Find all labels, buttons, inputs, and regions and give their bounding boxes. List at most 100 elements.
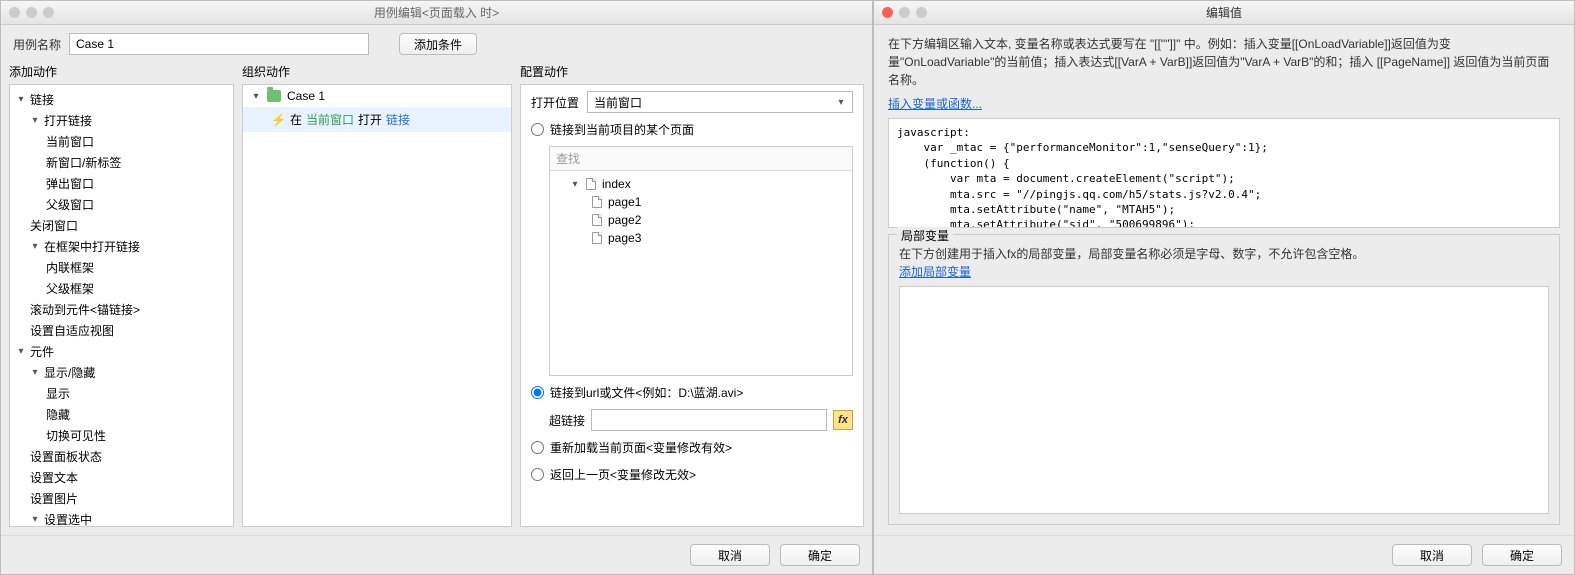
fx-button[interactable]: fx [833, 410, 853, 430]
radio-link-page-label: 链接到当前项目的某个页面 [550, 121, 694, 138]
ok-button[interactable]: 确定 [1482, 544, 1562, 566]
bolt-icon: ⚡ [271, 113, 286, 127]
add-condition-button[interactable]: 添加条件 [399, 33, 477, 55]
tree-inline-frame[interactable]: 内联框架 [10, 257, 233, 278]
tree-hide[interactable]: 隐藏 [10, 404, 233, 425]
page-item[interactable]: page1 [550, 193, 852, 211]
add-action-header: 添加动作 [9, 63, 234, 80]
tree-parent-frame[interactable]: 父级框架 [10, 278, 233, 299]
tree-set-text[interactable]: 设置文本 [10, 467, 233, 488]
chevron-down-icon: ▾ [30, 514, 40, 525]
radio-reload[interactable] [531, 441, 544, 454]
tree-showhide[interactable]: ▾显示/隐藏 [10, 362, 233, 383]
tree-toggle[interactable]: 切换可见性 [10, 425, 233, 446]
radio-link-page-row[interactable]: 链接到当前项目的某个页面 [531, 119, 853, 140]
add-local-var-link[interactable]: 添加局部变量 [899, 263, 1549, 280]
open-location-select[interactable]: 当前窗口 ▾ [587, 91, 853, 113]
radio-reload-row[interactable]: 重新加载当前页面<变量修改有效> [531, 437, 853, 458]
max-dot[interactable] [916, 7, 927, 18]
tree-parent-window[interactable]: 父级窗口 [10, 194, 233, 215]
chevron-down-icon: ▾ [30, 367, 40, 378]
insert-var-link[interactable]: 插入变量或函数... [888, 95, 1560, 112]
close-dot[interactable] [882, 7, 893, 18]
tree-set-selected[interactable]: ▾设置选中 [10, 509, 233, 527]
local-var-legend: 局部变量 [897, 227, 953, 244]
radio-back[interactable] [531, 468, 544, 481]
case-name-row: 用例名称 添加条件 [1, 25, 872, 63]
cancel-button[interactable]: 取消 [1392, 544, 1472, 566]
chevron-down-icon: ▾ [16, 346, 26, 357]
config-action-header: 配置动作 [520, 63, 864, 80]
action-target: 链接 [386, 111, 410, 128]
tree-current-window[interactable]: 当前窗口 [10, 131, 233, 152]
code-editor[interactable]: javascript: var _mtac = {"performanceMon… [888, 118, 1560, 228]
case-label: Case 1 [287, 89, 325, 103]
tree-popup[interactable]: 弹出窗口 [10, 173, 233, 194]
tree-widgets[interactable]: ▾元件 [10, 341, 233, 362]
page-item[interactable]: page2 [550, 211, 852, 229]
max-dot[interactable] [43, 7, 54, 18]
organize-panel: ▾ Case 1 ⚡ 在 当前窗口 打开 链接 [242, 84, 512, 527]
tree-scroll-to[interactable]: 滚动到元件<锚链接> [10, 299, 233, 320]
window-controls [9, 7, 54, 18]
case-editor-window: 用例编辑<页面载入 时> 用例名称 添加条件 添加动作 组织动作 配置动作 ▾链… [0, 0, 873, 575]
action-mid: 打开 [358, 111, 382, 128]
open-location-label: 打开位置 [531, 94, 579, 111]
local-var-list[interactable] [899, 286, 1549, 514]
tree-close-window[interactable]: 关闭窗口 [10, 215, 233, 236]
chevron-down-icon: ▾ [30, 241, 40, 252]
actions-tree: ▾链接 ▾打开链接 当前窗口 新窗口/新标签 弹出窗口 父级窗口 关闭窗口 ▾在… [10, 85, 233, 527]
case-name-input[interactable] [69, 33, 369, 55]
radio-link-page[interactable] [531, 123, 544, 136]
radio-link-url-row[interactable]: 链接到url或文件<例如：D:\蓝湖.avi> [531, 382, 853, 403]
page-icon [592, 232, 602, 244]
min-dot[interactable] [899, 7, 910, 18]
chevron-down-icon: ▾ [30, 115, 40, 126]
case-name-label: 用例名称 [13, 36, 61, 53]
page-icon [592, 214, 602, 226]
action-window: 当前窗口 [306, 111, 354, 128]
window-controls [882, 7, 927, 18]
cancel-button[interactable]: 取消 [690, 544, 770, 566]
chevron-down-icon: ▾ [570, 179, 580, 190]
description: 在下方编辑区输入文本, 变量名称或表达式要写在 "[[""]]" 中。例如：插入… [888, 35, 1560, 89]
tree-new-window[interactable]: 新窗口/新标签 [10, 152, 233, 173]
page-item[interactable]: page3 [550, 229, 852, 247]
hyperlink-row: 超链接 fx [549, 409, 853, 431]
open-location-value: 当前窗口 [594, 94, 642, 111]
config-panel: 打开位置 当前窗口 ▾ 链接到当前项目的某个页面 查找 ▾index page1 [520, 84, 864, 527]
column-headers: 添加动作 组织动作 配置动作 [1, 63, 872, 84]
local-var-fieldset: 局部变量 在下方创建用于插入fx的局部变量，局部变量名称必须是字母、数字，不允许… [888, 234, 1560, 525]
titlebar: 用例编辑<页面载入 时> [1, 1, 872, 25]
tree-set-adaptive[interactable]: 设置自适应视图 [10, 320, 233, 341]
radio-link-url[interactable] [531, 386, 544, 399]
local-var-desc: 在下方创建用于插入fx的局部变量，局部变量名称必须是字母、数字，不允许包含空格。 [899, 245, 1549, 263]
case-row[interactable]: ▾ Case 1 [243, 85, 511, 107]
folder-icon [267, 90, 281, 102]
window-title: 编辑值 [1206, 4, 1242, 21]
radio-link-url-label: 链接到url或文件<例如：D:\蓝湖.avi> [550, 384, 743, 401]
radio-back-row[interactable]: 返回上一页<变量修改无效> [531, 464, 853, 485]
min-dot[interactable] [26, 7, 37, 18]
page-icon [586, 178, 596, 190]
tree-open-in-frame[interactable]: ▾在框架中打开链接 [10, 236, 233, 257]
ok-button[interactable]: 确定 [780, 544, 860, 566]
radio-back-label: 返回上一页<变量修改无效> [550, 466, 696, 483]
tree-open-link[interactable]: ▾打开链接 [10, 110, 233, 131]
tree-panel-state[interactable]: 设置面板状态 [10, 446, 233, 467]
hyperlink-input[interactable] [591, 409, 827, 431]
footer: 取消 确定 [1, 535, 872, 574]
action-row[interactable]: ⚡ 在 当前窗口 打开 链接 [243, 107, 511, 132]
page-search[interactable]: 查找 [550, 147, 852, 171]
tree-links[interactable]: ▾链接 [10, 89, 233, 110]
page-icon [592, 196, 602, 208]
chevron-down-icon: ▾ [836, 97, 846, 108]
window-title: 用例编辑<页面载入 时> [374, 4, 499, 21]
chevron-down-icon: ▾ [251, 91, 261, 102]
actions-panel: ▾链接 ▾打开链接 当前窗口 新窗口/新标签 弹出窗口 父级窗口 关闭窗口 ▾在… [9, 84, 234, 527]
page-root[interactable]: ▾index [550, 175, 852, 193]
titlebar: 编辑值 [874, 1, 1574, 25]
close-dot[interactable] [9, 7, 20, 18]
tree-set-image[interactable]: 设置图片 [10, 488, 233, 509]
tree-show[interactable]: 显示 [10, 383, 233, 404]
